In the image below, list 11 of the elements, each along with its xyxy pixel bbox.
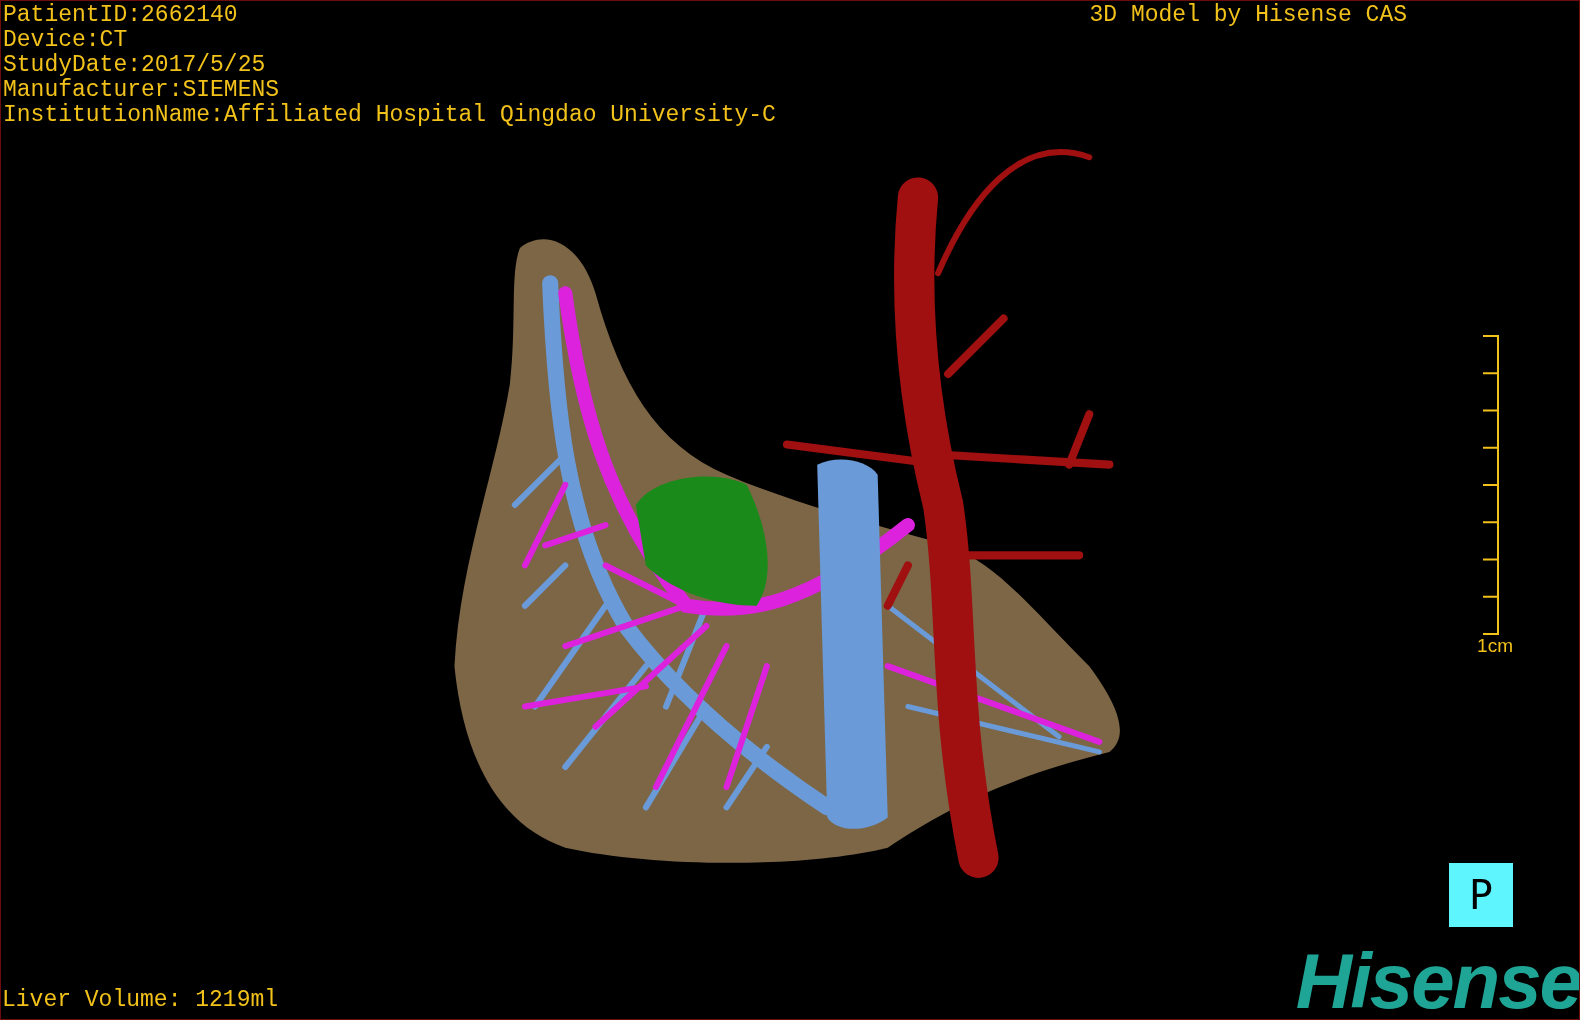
patient-info-text: Manufacturer:SIEMENS bbox=[3, 78, 281, 103]
orientation-marker: P bbox=[1449, 863, 1513, 927]
patient-info-text: PatientID:2662140 bbox=[3, 3, 239, 28]
3d-viewport[interactable]: PatientID:2662140 Device:CT StudyDate:2017/5/25 Manufacturer:SIEMENS InstitutionName:Affiliated Hospital Qingdao University-C 3D Model by Hisense CAS 1cm Liver Volume: 1219ml P Hisense bbox=[0, 0, 1580, 1020]
patient-info-text: InstitutionName:Affiliated Hospital Qingdao University-C bbox=[3, 103, 776, 128]
patient-info-text: StudyDate:2017/5/25 bbox=[3, 53, 267, 78]
patient-info-text: Device:CT bbox=[3, 28, 129, 53]
scale-label: 1cm bbox=[1477, 634, 1513, 657]
model-title: 3D Model by Hisense CAS bbox=[1089, 3, 1407, 30]
liver-volume-text: Liver Volume: 1219ml bbox=[1, 988, 279, 1015]
logo: Hisense bbox=[1295, 947, 1579, 1015]
